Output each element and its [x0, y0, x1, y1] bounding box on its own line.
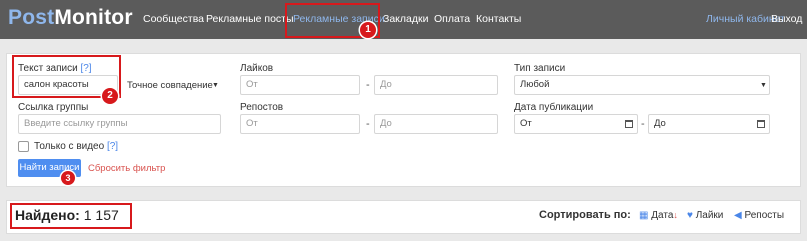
annotation-badge-1: 1 — [360, 22, 376, 38]
match-mode-select[interactable]: Точное совпадение — [127, 80, 213, 91]
logo-post: Post — [8, 6, 55, 29]
sort-label: Сортировать по: — [539, 209, 631, 221]
chevron-down-icon: ▼ — [760, 82, 767, 89]
calendar-icon[interactable] — [625, 120, 633, 128]
calendar-icon: ▦ — [639, 210, 649, 221]
nav-payment[interactable]: Оплата — [434, 13, 470, 25]
likes-label: Лайков — [240, 63, 274, 74]
group-link-input[interactable]: Введите ссылку группы — [18, 114, 221, 134]
likes-from-input[interactable]: От — [240, 75, 360, 95]
sort-date[interactable]: ▦ Дата↓ — [639, 210, 678, 221]
video-checkbox[interactable] — [18, 141, 29, 152]
nav-contacts[interactable]: Контакты — [476, 13, 521, 25]
logo[interactable]: PostMonitor — [8, 6, 133, 30]
sort-likes[interactable]: ♥ Лайки — [687, 210, 723, 221]
type-select[interactable]: Любой — [514, 75, 770, 95]
top-navbar: PostMonitor Сообщества Рекламные посты Р… — [0, 0, 807, 39]
annotation-badge-3: 3 — [61, 171, 75, 185]
nav-bookmarks[interactable]: Закладки — [383, 13, 428, 25]
annotation-box-found — [10, 203, 132, 229]
logout-link[interactable]: Выход — [771, 13, 802, 25]
heart-icon: ♥ — [687, 210, 693, 221]
range-dash: - — [366, 118, 370, 130]
sort-reposts[interactable]: ◀ Репосты — [734, 210, 784, 221]
arrow-down-icon: ↓ — [673, 210, 678, 220]
type-label: Тип записи — [514, 63, 566, 74]
reset-filter-link[interactable]: Сбросить фильтр — [88, 163, 165, 174]
calendar-icon[interactable] — [757, 120, 765, 128]
annotation-badge-2: 2 — [102, 88, 118, 104]
video-label: Только с видео [?] — [34, 141, 119, 152]
range-dash: - — [641, 118, 645, 130]
reposts-to-input[interactable]: До — [374, 114, 498, 134]
likes-to-input[interactable]: До — [374, 75, 498, 95]
date-to-input[interactable]: До — [648, 114, 770, 134]
chevron-down-icon: ▼ — [212, 82, 219, 89]
nav-ad-posts[interactable]: Рекламные посты — [206, 13, 294, 25]
range-dash: - — [366, 79, 370, 91]
reposts-label: Репостов — [240, 102, 284, 113]
logo-monitor: Monitor — [54, 6, 133, 29]
nav-communities[interactable]: Сообщества — [143, 13, 204, 25]
help-link[interactable]: [?] — [107, 141, 118, 152]
date-from-input[interactable]: От — [514, 114, 638, 134]
group-label: Ссылка группы — [18, 102, 89, 113]
reposts-from-input[interactable]: От — [240, 114, 360, 134]
megaphone-icon: ◀ — [734, 210, 742, 221]
date-label: Дата публикации — [514, 102, 594, 113]
